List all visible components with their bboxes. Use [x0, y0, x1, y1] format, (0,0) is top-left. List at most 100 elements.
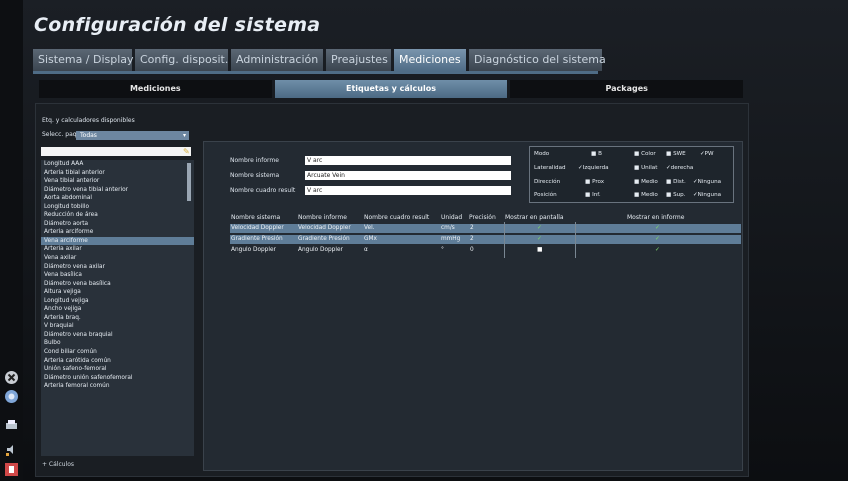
- list-item[interactable]: Vena arciforme: [41, 236, 194, 246]
- direction-prox-option[interactable]: ■ Prox: [585, 179, 604, 185]
- package-select[interactable]: Todas ▾: [76, 131, 189, 140]
- direction-medio-option[interactable]: ■ Medio: [634, 179, 658, 185]
- direction-ninguna-option[interactable]: ✓Ninguna: [693, 179, 721, 185]
- column-divider: [575, 222, 576, 258]
- list-item[interactable]: Vena tibial anterior: [41, 177, 194, 186]
- list-item[interactable]: Reducción de área: [41, 211, 194, 220]
- power-icon[interactable]: [4, 462, 19, 477]
- col-header-result: Nombre cuadro result: [364, 214, 430, 221]
- subtab-etiquetas-calculos[interactable]: Etiquetas y cálculos: [274, 80, 508, 98]
- col-header-unit: Unidad: [441, 214, 463, 221]
- list-scrollbar[interactable]: [187, 163, 191, 201]
- table-row[interactable]: Velocidad Doppler Velocidad Doppler Vel.…: [230, 224, 741, 233]
- chevron-down-icon: ▾: [182, 132, 186, 139]
- tab-administracion[interactable]: Administración: [231, 49, 323, 71]
- list-item[interactable]: Arteria axilar: [41, 245, 194, 254]
- list-item[interactable]: Arteria carótida común: [41, 357, 194, 366]
- speaker-icon[interactable]: [4, 442, 19, 457]
- tab-preajustes[interactable]: Preajustes: [326, 49, 391, 71]
- close-icon[interactable]: [4, 370, 19, 385]
- list-item[interactable]: Diámetro vena braquial: [41, 331, 194, 340]
- tab-diagnostico-sistema[interactable]: Diagnóstico del sistema: [469, 49, 606, 71]
- row-system-name: Velocidad Doppler: [231, 225, 284, 231]
- list-item[interactable]: Diámetro vena basílica: [41, 280, 194, 289]
- labels-list-inner: Longitud AAA Arteria tibial anterior Vena …: [41, 160, 194, 391]
- mode-label: Modo: [534, 151, 550, 157]
- result-name-field[interactable]: V arc: [305, 186, 511, 195]
- show-report-checkbox[interactable]: ✓: [655, 246, 660, 255]
- list-item[interactable]: Diámetro vena tibial anterior: [41, 186, 194, 195]
- globe-icon[interactable]: [4, 389, 19, 404]
- report-name-label: Nombre informe: [230, 157, 279, 164]
- tab-mediciones[interactable]: Mediciones: [394, 49, 466, 71]
- row-result-name: GMx: [364, 236, 377, 242]
- list-item[interactable]: Arteria braq.: [41, 314, 194, 323]
- list-item[interactable]: Vena axilar: [41, 254, 194, 263]
- list-item[interactable]: Unión safeno-femoral: [41, 365, 194, 374]
- left-side-strip: [0, 0, 23, 481]
- position-ninguna-option[interactable]: ✓Ninguna: [693, 192, 721, 198]
- list-item[interactable]: Ancho vejiga: [41, 305, 194, 314]
- list-item[interactable]: Altura vejiga: [41, 288, 194, 297]
- report-name-field[interactable]: V arc: [305, 156, 511, 165]
- mode-b-option[interactable]: ■ B: [591, 151, 602, 157]
- show-screen-checkbox[interactable]: ■: [537, 246, 542, 255]
- row-system-name: Angulo Doppler: [231, 247, 276, 253]
- show-screen-checkbox[interactable]: ✓: [537, 235, 542, 244]
- system-name-field[interactable]: Arcuate Vein: [305, 171, 511, 180]
- laterality-unilat-option[interactable]: ■ Unilat: [634, 165, 657, 171]
- mode-pw-option[interactable]: ✓PW: [700, 151, 714, 157]
- position-medio-option[interactable]: ■ Medio: [634, 192, 658, 198]
- printer-icon[interactable]: [4, 418, 19, 433]
- pencil-icon[interactable]: ✎: [183, 147, 190, 156]
- laterality-label: Lateralidad: [534, 165, 566, 171]
- laterality-izquierda-option[interactable]: ✓Izquierda: [578, 165, 609, 171]
- main-tabs: Sistema / Display Config. disposit. Admi…: [33, 49, 606, 71]
- list-item[interactable]: Arteria arciforme: [41, 228, 194, 237]
- table-row[interactable]: Angulo Doppler Angulo Doppler α ° 0 ■ ✓: [230, 246, 741, 255]
- table-row[interactable]: Gradiente Presión Gradiente Presión GMx …: [230, 235, 741, 244]
- column-divider: [504, 222, 505, 258]
- row-precision: 0: [470, 247, 474, 253]
- direction-label: Dirección: [534, 179, 561, 185]
- list-item[interactable]: Arteria tibial anterior: [41, 169, 194, 178]
- list-item[interactable]: Vena basílica: [41, 271, 194, 280]
- mode-swe-option[interactable]: ■ SWE: [666, 151, 686, 157]
- system-name-label: Nombre sistema: [230, 172, 280, 179]
- show-screen-checkbox[interactable]: ✓: [537, 224, 542, 233]
- show-report-checkbox[interactable]: ✓: [655, 235, 660, 244]
- list-item[interactable]: Longitud tobillo: [41, 203, 194, 212]
- list-item[interactable]: V braquial: [41, 322, 194, 331]
- row-system-name: Gradiente Presión: [231, 236, 283, 242]
- list-item[interactable]: Cond biliar común: [41, 348, 194, 357]
- position-sup-option[interactable]: ■ Sup.: [666, 192, 686, 198]
- sub-tabs: Mediciones Etiquetas y cálculos Packages: [39, 80, 744, 98]
- calculations-expander[interactable]: + Cálculos: [42, 461, 74, 468]
- list-item[interactable]: Arteria femoral común: [41, 382, 194, 391]
- subtab-packages[interactable]: Packages: [510, 80, 744, 98]
- tab-underline: [33, 71, 598, 74]
- list-item[interactable]: Diámetro aorta: [41, 220, 194, 229]
- list-item[interactable]: Diámetro unión safenofemoral: [41, 374, 194, 383]
- section-title: Etq. y calculadores disponibles: [42, 117, 135, 124]
- package-select-value: Todas: [80, 132, 97, 139]
- subtab-mediciones[interactable]: Mediciones: [39, 80, 272, 98]
- row-result-name: Vel.: [364, 225, 375, 231]
- tab-sistema-display[interactable]: Sistema / Display: [33, 49, 134, 71]
- mode-color-option[interactable]: ■ Color: [634, 151, 656, 157]
- search-input[interactable]: ✎: [41, 147, 191, 156]
- laterality-derecha-option[interactable]: ✓derecha: [666, 165, 693, 171]
- show-report-checkbox[interactable]: ✓: [655, 224, 660, 233]
- col-header-show-report: Mostrar en informe: [627, 214, 685, 221]
- labels-list[interactable]: Longitud AAA Arteria tibial anterior Vena …: [41, 160, 194, 456]
- list-item[interactable]: Longitud vejiga: [41, 297, 194, 306]
- direction-dist-option[interactable]: ■ Dist.: [666, 179, 686, 185]
- position-inf-option[interactable]: ■ Inf.: [585, 192, 601, 198]
- row-result-name: α: [364, 247, 368, 253]
- list-item[interactable]: Diámetro vena axilar: [41, 263, 194, 272]
- list-item[interactable]: Aorta abdominal: [41, 194, 194, 203]
- app-window: Configuración del sistema Sistema / Disp…: [0, 0, 848, 481]
- tab-config-disposit[interactable]: Config. disposit.: [135, 49, 228, 71]
- list-item[interactable]: Bulbo: [41, 339, 194, 348]
- list-item[interactable]: Longitud AAA: [41, 160, 194, 169]
